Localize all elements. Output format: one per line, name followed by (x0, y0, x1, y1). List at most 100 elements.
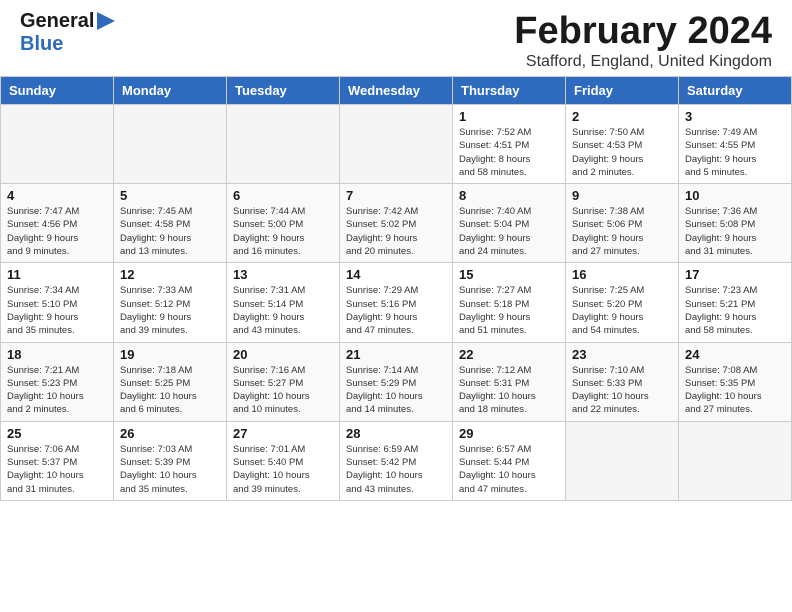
calendar-cell (566, 421, 679, 500)
week-row-2: 4Sunrise: 7:47 AM Sunset: 4:56 PM Daylig… (1, 184, 792, 263)
day-number: 16 (572, 267, 672, 282)
calendar-cell: 21 Sunrise: 7:14 AM Sunset: 5:29 PM Dayli… (340, 342, 453, 421)
calendar-cell: 29 Sunrise: 6:57 AM Sunset: 5:44 PM Dayli… (453, 421, 566, 500)
calendar-cell: 18 Sunrise: 7:21 AM Sunset: 5:23 PM Dayli… (1, 342, 114, 421)
calendar-cell: 11Sunrise: 7:34 AM Sunset: 5:10 PM Dayli… (1, 263, 114, 342)
day-number: 13 (233, 267, 333, 282)
calendar-cell: 9Sunrise: 7:38 AM Sunset: 5:06 PM Daylig… (566, 184, 679, 263)
calendar-cell (114, 105, 227, 184)
calendar-cell: 5 Sunrise: 7:45 AM Sunset: 4:58 PM Daylig… (114, 184, 227, 263)
day-info: Sunrise: 7:27 AM Sunset: 5:18 PM Dayligh… (459, 284, 559, 337)
calendar-cell (1, 105, 114, 184)
logo-blue-text: Blue (20, 33, 63, 56)
day-info: Sunrise: 7:08 AM Sunset: 5:35 PM Dayligh… (685, 364, 785, 417)
calendar-cell: 7Sunrise: 7:42 AM Sunset: 5:02 PM Daylig… (340, 184, 453, 263)
weekday-header-row: SundayMondayTuesdayWednesdayThursdayFrid… (1, 77, 792, 105)
calendar-cell: 26Sunrise: 7:03 AM Sunset: 5:39 PM Dayli… (114, 421, 227, 500)
logo: General Blue (20, 10, 117, 56)
calendar-cell: 27 Sunrise: 7:01 AM Sunset: 5:40 PM Dayli… (227, 421, 340, 500)
day-number: 4 (7, 188, 107, 203)
day-number: 14 (346, 267, 446, 282)
day-info: Sunrise: 7:50 AM Sunset: 4:53 PM Dayligh… (572, 126, 672, 179)
calendar-cell: 20 Sunrise: 7:16 AM Sunset: 5:27 PM Dayli… (227, 342, 340, 421)
calendar-cell: 12 Sunrise: 7:33 AM Sunset: 5:12 PM Dayli… (114, 263, 227, 342)
calendar-cell: 4Sunrise: 7:47 AM Sunset: 4:56 PM Daylig… (1, 184, 114, 263)
week-row-5: 25 Sunrise: 7:06 AM Sunset: 5:37 PM Dayli… (1, 421, 792, 500)
calendar-cell: 23 Sunrise: 7:10 AM Sunset: 5:33 PM Dayli… (566, 342, 679, 421)
day-number: 21 (346, 347, 446, 362)
day-info: Sunrise: 7:25 AM Sunset: 5:20 PM Dayligh… (572, 284, 672, 337)
day-info: Sunrise: 7:10 AM Sunset: 5:33 PM Dayligh… (572, 364, 672, 417)
day-info: Sunrise: 7:06 AM Sunset: 5:37 PM Dayligh… (7, 443, 107, 496)
day-number: 11 (7, 267, 107, 282)
day-number: 10 (685, 188, 785, 203)
weekday-header-monday: Monday (114, 77, 227, 105)
day-info: Sunrise: 7:29 AM Sunset: 5:16 PM Dayligh… (346, 284, 446, 337)
day-number: 23 (572, 347, 672, 362)
week-row-4: 18 Sunrise: 7:21 AM Sunset: 5:23 PM Dayli… (1, 342, 792, 421)
calendar-cell: 14 Sunrise: 7:29 AM Sunset: 5:16 PM Dayli… (340, 263, 453, 342)
day-number: 26 (120, 426, 220, 441)
day-info: Sunrise: 7:18 AM Sunset: 5:25 PM Dayligh… (120, 364, 220, 417)
page-header: General Blue February 2024 Stafford, Eng… (0, 0, 792, 76)
calendar-cell: 6 Sunrise: 7:44 AM Sunset: 5:00 PM Daylig… (227, 184, 340, 263)
day-info: Sunrise: 7:38 AM Sunset: 5:06 PM Dayligh… (572, 205, 672, 258)
day-number: 17 (685, 267, 785, 282)
weekday-header-friday: Friday (566, 77, 679, 105)
day-info: Sunrise: 7:33 AM Sunset: 5:12 PM Dayligh… (120, 284, 220, 337)
weekday-header-thursday: Thursday (453, 77, 566, 105)
day-number: 25 (7, 426, 107, 441)
day-number: 19 (120, 347, 220, 362)
day-info: Sunrise: 7:49 AM Sunset: 4:55 PM Dayligh… (685, 126, 785, 179)
day-info: Sunrise: 7:12 AM Sunset: 5:31 PM Dayligh… (459, 364, 559, 417)
day-number: 6 (233, 188, 333, 203)
calendar-cell (340, 105, 453, 184)
calendar-cell: 19 Sunrise: 7:18 AM Sunset: 5:25 PM Dayli… (114, 342, 227, 421)
logo-arrow-icon (97, 10, 117, 32)
calendar-cell (227, 105, 340, 184)
day-number: 5 (120, 188, 220, 203)
calendar-cell: 22 Sunrise: 7:12 AM Sunset: 5:31 PM Dayli… (453, 342, 566, 421)
day-info: Sunrise: 7:45 AM Sunset: 4:58 PM Dayligh… (120, 205, 220, 258)
day-info: Sunrise: 7:16 AM Sunset: 5:27 PM Dayligh… (233, 364, 333, 417)
day-info: Sunrise: 7:36 AM Sunset: 5:08 PM Dayligh… (685, 205, 785, 258)
title-section: February 2024 Stafford, England, United … (514, 10, 772, 71)
calendar-cell: 25 Sunrise: 7:06 AM Sunset: 5:37 PM Dayli… (1, 421, 114, 500)
day-number: 20 (233, 347, 333, 362)
location-text: Stafford, England, United Kingdom (514, 53, 772, 71)
day-info: Sunrise: 7:14 AM Sunset: 5:29 PM Dayligh… (346, 364, 446, 417)
day-info: Sunrise: 7:21 AM Sunset: 5:23 PM Dayligh… (7, 364, 107, 417)
weekday-header-wednesday: Wednesday (340, 77, 453, 105)
day-number: 18 (7, 347, 107, 362)
calendar-cell: 24 Sunrise: 7:08 AM Sunset: 5:35 PM Dayli… (679, 342, 792, 421)
calendar-cell: 8Sunrise: 7:40 AM Sunset: 5:04 PM Daylig… (453, 184, 566, 263)
day-number: 1 (459, 109, 559, 124)
week-row-3: 11Sunrise: 7:34 AM Sunset: 5:10 PM Dayli… (1, 263, 792, 342)
calendar-cell: 2 Sunrise: 7:50 AM Sunset: 4:53 PM Daylig… (566, 105, 679, 184)
day-info: Sunrise: 6:57 AM Sunset: 5:44 PM Dayligh… (459, 443, 559, 496)
calendar-cell: 28 Sunrise: 6:59 AM Sunset: 5:42 PM Dayli… (340, 421, 453, 500)
day-number: 7 (346, 188, 446, 203)
logo-general-text: General (20, 10, 94, 33)
week-row-1: 1 Sunrise: 7:52 AM Sunset: 4:51 PM Daylig… (1, 105, 792, 184)
calendar-cell: 1 Sunrise: 7:52 AM Sunset: 4:51 PM Daylig… (453, 105, 566, 184)
day-number: 22 (459, 347, 559, 362)
day-number: 8 (459, 188, 559, 203)
calendar-cell: 10 Sunrise: 7:36 AM Sunset: 5:08 PM Dayli… (679, 184, 792, 263)
weekday-header-saturday: Saturday (679, 77, 792, 105)
calendar-cell (679, 421, 792, 500)
day-info: Sunrise: 7:01 AM Sunset: 5:40 PM Dayligh… (233, 443, 333, 496)
day-number: 2 (572, 109, 672, 124)
day-number: 29 (459, 426, 559, 441)
calendar-cell: 15Sunrise: 7:27 AM Sunset: 5:18 PM Dayli… (453, 263, 566, 342)
day-info: Sunrise: 7:52 AM Sunset: 4:51 PM Dayligh… (459, 126, 559, 179)
calendar-cell: 3Sunrise: 7:49 AM Sunset: 4:55 PM Daylig… (679, 105, 792, 184)
day-info: Sunrise: 6:59 AM Sunset: 5:42 PM Dayligh… (346, 443, 446, 496)
day-number: 24 (685, 347, 785, 362)
calendar-cell: 17Sunrise: 7:23 AM Sunset: 5:21 PM Dayli… (679, 263, 792, 342)
day-number: 12 (120, 267, 220, 282)
day-number: 28 (346, 426, 446, 441)
day-number: 27 (233, 426, 333, 441)
month-title: February 2024 (514, 10, 772, 53)
day-info: Sunrise: 7:44 AM Sunset: 5:00 PM Dayligh… (233, 205, 333, 258)
